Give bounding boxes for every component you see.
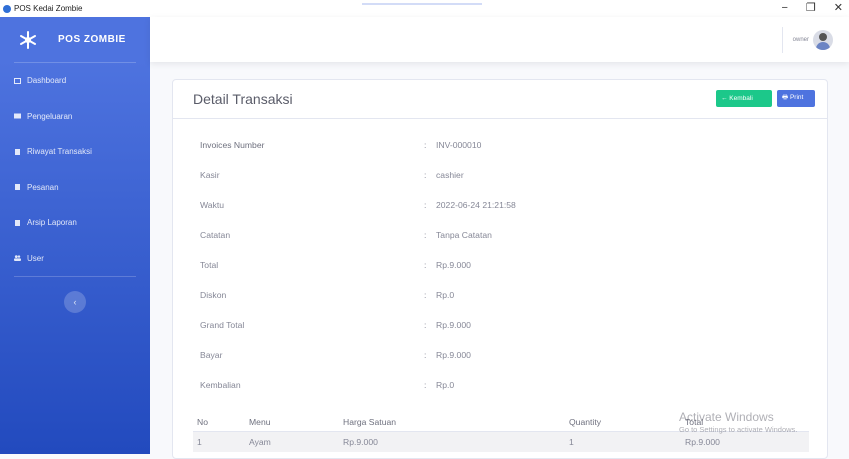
window-titlebar: POS Kedai Zombie − ❐ ✕ — [0, 0, 849, 17]
detail-value: 2022-06-24 21:21:58 — [436, 200, 516, 210]
detail-separator: : — [424, 260, 427, 270]
detail-row-total: Total : Rp.9.000 — [200, 250, 800, 280]
sidebar-item-dashboard[interactable]: Dashboard — [0, 63, 150, 99]
page-title: Detail Transaksi — [193, 91, 293, 107]
detail-value: Rp.0 — [436, 380, 455, 390]
maximize-button[interactable]: ❐ — [806, 0, 816, 17]
detail-value: cashier — [436, 170, 464, 180]
dashboard-icon — [14, 77, 21, 84]
sidebar-item-riwayat-transaksi[interactable]: Riwayat Transaksi — [0, 134, 150, 170]
column-header-no: No — [197, 416, 208, 427]
topbar-divider — [781, 27, 783, 53]
detail-value: Rp.0 — [436, 290, 455, 300]
column-header-price: Harga Satuan — [343, 416, 397, 427]
cell-no: 1 — [197, 437, 202, 447]
detail-label: Diskon — [200, 290, 227, 300]
cell-price: Rp.9.000 — [343, 437, 378, 447]
detail-value: Rp.9.000 — [436, 320, 471, 330]
detail-separator: : — [424, 320, 427, 330]
cell-menu: Ayam — [249, 437, 271, 447]
detail-row-diskon: Diskon : Rp.0 — [200, 280, 800, 310]
close-button[interactable]: ✕ — [834, 0, 843, 17]
document-icon — [15, 148, 20, 155]
sidebar-toggle-button[interactable]: ‹ — [64, 291, 86, 313]
cell-quantity: 1 — [569, 437, 574, 447]
watermark-title: Activate Windows — [679, 410, 774, 424]
sidebar-item-label: Riwayat Transaksi — [27, 147, 92, 157]
app-icon — [3, 4, 11, 13]
transaction-detail-card: Detail Transaksi ← Kembali 🖶 Print Invoi… — [172, 79, 828, 459]
document-icon — [15, 219, 20, 226]
detail-row-waktu: Waktu : 2022-06-24 21:21:58 — [200, 190, 800, 220]
zombie-logo-icon — [20, 30, 36, 49]
detail-separator: : — [424, 350, 427, 360]
detail-value: Tanpa Catatan — [436, 230, 492, 240]
detail-label: Invoices Number — [200, 140, 265, 150]
back-button[interactable]: ← Kembali — [716, 90, 772, 107]
sidebar-item-label: Arsip Laporan — [27, 218, 77, 228]
expense-icon — [14, 113, 21, 119]
sidebar-item-arsip-laporan[interactable]: Arsip Laporan — [0, 205, 150, 241]
sidebar-item-user[interactable]: User — [0, 241, 150, 277]
sidebar: POS ZOMBIE Dashboard Pengeluaran Riwayat… — [0, 17, 150, 454]
detail-label: Kasir — [200, 170, 220, 180]
chevron-left-icon: ‹ — [73, 297, 77, 307]
detail-label: Kembalian — [200, 380, 241, 390]
column-header-quantity: Quantity — [569, 416, 602, 427]
activation-watermark: Activate Windows Go to Settings to activ… — [679, 410, 797, 434]
print-button[interactable]: 🖶 Print — [777, 90, 815, 107]
detail-value: Rp.9.000 — [436, 260, 471, 270]
detail-row-bayar: Bayar : Rp.9.000 — [200, 340, 800, 370]
detail-value: INV-000010 — [436, 140, 482, 150]
minimize-button[interactable]: − — [781, 0, 787, 17]
column-header-menu: Menu — [249, 416, 271, 427]
detail-separator: : — [424, 140, 427, 150]
detail-separator: : — [424, 170, 427, 180]
detail-row-catatan: Catatan : Tanpa Catatan — [200, 220, 800, 250]
detail-label: Bayar — [200, 350, 223, 360]
detail-label: Total — [200, 260, 219, 270]
sidebar-item-label: Dashboard — [27, 76, 67, 86]
sidebar-item-label: User — [27, 253, 44, 263]
detail-value: Rp.9.000 — [436, 350, 471, 360]
sidebar-item-label: Pengeluaran — [27, 111, 73, 121]
topbar: owner — [150, 17, 849, 62]
sidebar-divider — [14, 276, 136, 277]
window-controls: − ❐ ✕ — [781, 0, 843, 17]
detail-row-invoice: Invoices Number : INV-000010 — [200, 130, 800, 160]
detail-separator: : — [424, 230, 427, 240]
sidebar-brand[interactable]: POS ZOMBIE — [0, 17, 150, 62]
transaction-details: Invoices Number : INV-000010 Kasir : cas… — [200, 130, 800, 400]
detail-label: Catatan — [200, 230, 231, 240]
detail-separator: : — [424, 200, 427, 210]
users-icon — [14, 255, 21, 262]
detail-separator: : — [424, 290, 427, 300]
detail-row-kasir: Kasir : cashier — [200, 160, 800, 190]
sidebar-item-label: Pesanan — [27, 182, 59, 192]
table-row: 1 Ayam Rp.9.000 1 Rp.9.000 — [193, 432, 809, 452]
detail-label: Waktu — [200, 200, 225, 210]
detail-separator: : — [424, 380, 427, 390]
detail-label: Grand Total — [200, 320, 245, 330]
avatar[interactable] — [813, 30, 833, 50]
document-icon — [15, 184, 20, 191]
user-menu[interactable]: owner — [781, 27, 833, 53]
sidebar-item-pesanan[interactable]: Pesanan — [0, 170, 150, 206]
watermark-subtitle: Go to Settings to activate Windows. — [679, 425, 798, 434]
brand-name: POS ZOMBIE — [58, 34, 126, 45]
detail-row-grand-total: Grand Total : Rp.9.000 — [200, 310, 800, 340]
detail-row-kembalian: Kembalian : Rp.0 — [200, 370, 800, 400]
window-title: POS Kedai Zombie — [14, 4, 83, 13]
cell-total: Rp.9.000 — [685, 437, 720, 447]
user-name: owner — [792, 37, 809, 43]
loading-indicator — [362, 3, 482, 5]
sidebar-item-pengeluaran[interactable]: Pengeluaran — [0, 99, 150, 135]
